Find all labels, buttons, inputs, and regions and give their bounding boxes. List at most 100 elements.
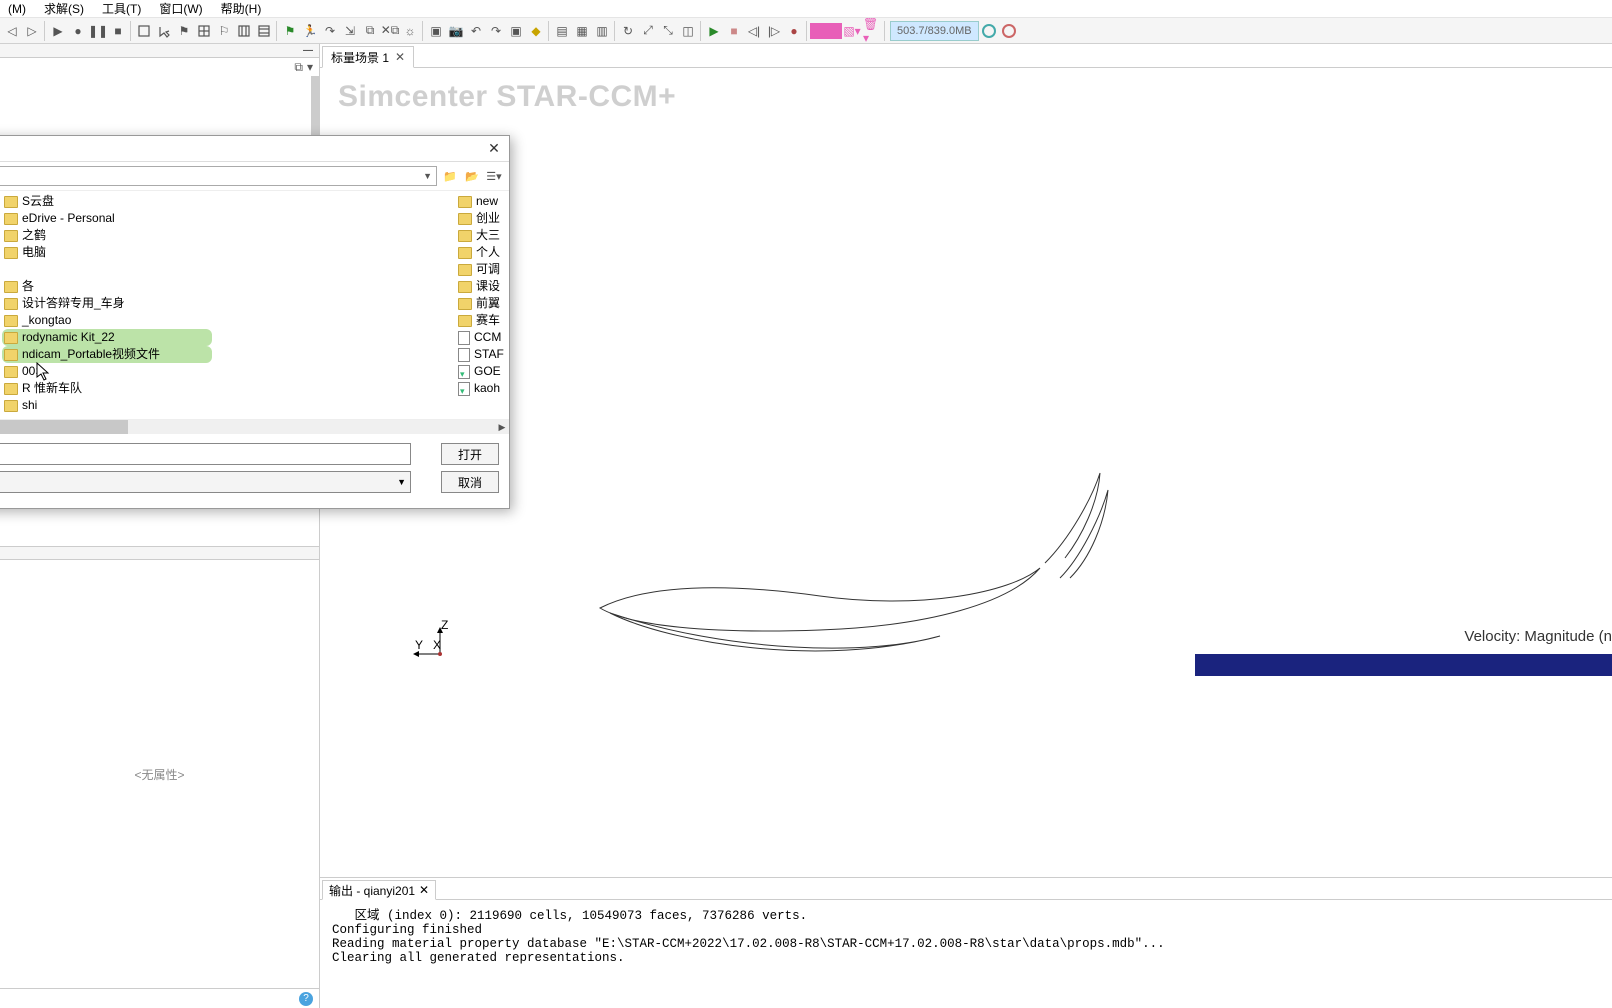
output-console[interactable]: 区域 (index 0): 2119690 cells, 10549073 fa… [320, 900, 1612, 1008]
menu-m[interactable]: (M) [4, 2, 30, 16]
file-item[interactable]: 可调 [456, 261, 508, 278]
file-item[interactable]: 课设 [456, 278, 508, 295]
grid2-icon[interactable] [234, 21, 254, 41]
file-item[interactable]: 各 [2, 278, 212, 295]
fit-icon[interactable]: ⤢ [638, 21, 658, 41]
layout3-icon[interactable]: ▥ [592, 21, 612, 41]
cube-plus-icon[interactable]: ▣ [506, 21, 526, 41]
chain-icon[interactable]: ⧉ [360, 21, 380, 41]
filetype-dropdown-icon[interactable]: ▼ [397, 477, 406, 487]
file-item[interactable]: 大三 [456, 227, 508, 244]
menu-solve[interactable]: 求解(S) [40, 0, 88, 17]
grid3-icon[interactable] [254, 21, 274, 41]
expand-icon[interactable]: ⤡ [658, 21, 678, 41]
pink-block3-icon[interactable]: ▧▾ [842, 21, 862, 41]
trash-icon[interactable]: 🗑▾ [862, 21, 882, 41]
scroll-right-icon[interactable]: ▶ [495, 420, 509, 434]
step-icon[interactable]: ↷ [320, 21, 340, 41]
shape-icon[interactable]: ▣ [426, 21, 446, 41]
file-item[interactable]: STAF [456, 346, 508, 363]
memory-indicator: 503.7/839.0MB [890, 21, 979, 41]
rec2-icon[interactable]: ● [784, 21, 804, 41]
file-item[interactable]: new [456, 193, 508, 210]
viewport-3d[interactable]: Simcenter STAR-CCM+ Y X Z Velocity: Magn… [320, 68, 1612, 878]
person-run-icon[interactable]: 🏃 [300, 21, 320, 41]
stop-icon[interactable]: ■ [108, 21, 128, 41]
file-item[interactable]: shi [2, 397, 212, 414]
record-icon[interactable]: ● [68, 21, 88, 41]
open-button[interactable]: 打开 [441, 443, 499, 465]
filename-input[interactable] [0, 443, 411, 465]
cube-sel-icon[interactable] [134, 21, 154, 41]
layout1-icon[interactable]: ▤ [552, 21, 572, 41]
play2-icon[interactable]: ▶ [704, 21, 724, 41]
gc-icon[interactable] [979, 21, 999, 41]
tab-close-icon[interactable]: ✕ [395, 50, 405, 64]
tab-output[interactable]: 输出 - qianyi201 ✕ [322, 880, 436, 900]
flag-select-icon[interactable]: ⚑ [174, 21, 194, 41]
file-item[interactable]: CCM [456, 329, 508, 346]
folder-icon [4, 281, 18, 293]
menu-tools[interactable]: 工具(T) [98, 0, 145, 17]
file-item[interactable]: 个人 [456, 244, 508, 261]
view-mode-icon[interactable]: ☰▾ [485, 167, 503, 185]
file-item[interactable]: 赛车 [456, 312, 508, 329]
dialog-close-icon[interactable]: ✕ [479, 136, 509, 162]
menu-window[interactable]: 窗口(W) [155, 0, 206, 17]
next-icon[interactable]: |▷ [764, 21, 784, 41]
undo-icon[interactable]: ↶ [466, 21, 486, 41]
play-rev-icon[interactable]: ◁ [2, 21, 22, 41]
file-list-hscroll[interactable]: ▶ [0, 420, 509, 434]
file-item[interactable]: eDrive - Personal [2, 210, 212, 227]
tree-filter-icon[interactable]: ▾ [307, 60, 313, 74]
new-folder-icon[interactable]: 📂 [463, 167, 481, 185]
run-icon[interactable]: ▶ [48, 21, 68, 41]
pause-icon[interactable]: ❚❚ [88, 21, 108, 41]
file-item[interactable]: ndicam_Portable视频文件 [2, 346, 212, 363]
up-folder-icon[interactable]: 📁 [441, 167, 459, 185]
grid1-icon[interactable] [194, 21, 214, 41]
file-item[interactable]: 设计答辩专用_车身 [2, 295, 212, 312]
box-out-icon[interactable]: ⇲ [340, 21, 360, 41]
file-item[interactable]: 之鹤 [2, 227, 212, 244]
refresh-icon[interactable]: ↻ [618, 21, 638, 41]
prev-icon[interactable]: ◁| [744, 21, 764, 41]
filetype-select[interactable]: 所有可导入文件 ▼ [0, 471, 411, 493]
play-fwd-icon[interactable]: ▷ [22, 21, 42, 41]
sun-icon[interactable]: ☼ [400, 21, 420, 41]
cancel-button[interactable]: 取消 [441, 471, 499, 493]
menu-help[interactable]: 帮助(H) [217, 0, 266, 17]
dialog-titlebar[interactable]: ✕ [0, 136, 509, 162]
pick-icon[interactable] [154, 21, 174, 41]
file-item[interactable]: kaoh [456, 380, 508, 397]
layout2-icon[interactable]: ▦ [572, 21, 592, 41]
camera-icon[interactable]: 📷 [446, 21, 466, 41]
fit2-icon[interactable]: ◫ [678, 21, 698, 41]
file-item[interactable]: 前翼 [456, 295, 508, 312]
unchain-icon[interactable]: ✕⧉ [380, 21, 400, 41]
file-item[interactable]: 00S [2, 363, 212, 380]
file-item[interactable]: _kongtao [2, 312, 212, 329]
pink-block-icon[interactable] [810, 23, 826, 39]
help-icon[interactable]: ? [299, 992, 313, 1006]
tree-expand-icon[interactable]: ⧉ [294, 60, 303, 74]
gc2-icon[interactable] [999, 21, 1019, 41]
file-item[interactable]: 创业 [456, 210, 508, 227]
stop2-icon[interactable]: ■ [724, 21, 744, 41]
path-dropdown-icon[interactable]: ▼ [423, 171, 432, 181]
flag2-icon[interactable]: ⚐ [214, 21, 234, 41]
tab-scalar-scene[interactable]: 标量场景 1 ✕ [322, 46, 414, 68]
dialog-file-list[interactable]: S云盘eDrive - Personal之鹤电脑 各设计答辩专用_车身_kong… [0, 190, 509, 420]
pink-block2-icon[interactable] [826, 23, 842, 39]
output-tab-close-icon[interactable]: ✕ [419, 883, 429, 897]
file-item[interactable]: 电脑 [2, 244, 212, 261]
file-item[interactable]: R 惟新车队 [2, 380, 212, 397]
redo-icon[interactable]: ↷ [486, 21, 506, 41]
dialog-path-field[interactable]: 面 ▼ [0, 166, 437, 186]
diamond-icon[interactable]: ◆ [526, 21, 546, 41]
file-item[interactable]: rodynamic Kit_22 [2, 329, 212, 346]
greenflag-icon[interactable]: ⚑ [280, 21, 300, 41]
panel-minimize[interactable]: — [0, 44, 319, 58]
file-item[interactable]: S云盘 [2, 193, 212, 210]
file-item[interactable]: GOE [456, 363, 508, 380]
